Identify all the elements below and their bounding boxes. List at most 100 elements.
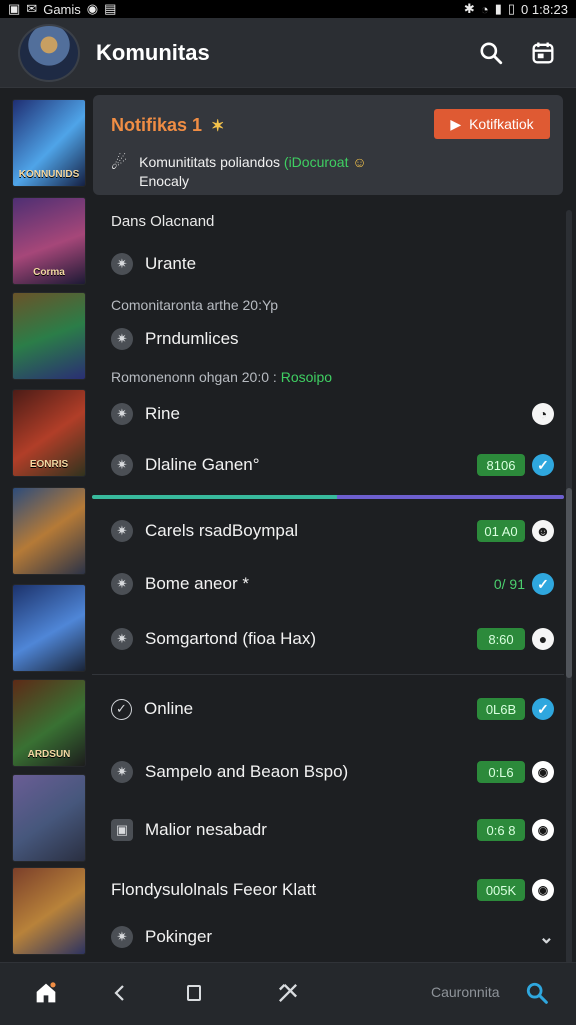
search-icon	[526, 982, 548, 1004]
page-title: Komunitas	[96, 39, 210, 65]
status-app-label: Gamis	[43, 1, 81, 17]
timestamp-2: Romonenonn ohgan 20:0 : Rosoipo	[111, 369, 332, 385]
thumb-6[interactable]: ARDSUN	[13, 680, 85, 766]
item-label: Prndumlices	[145, 329, 239, 348]
status-badge: 01 A0	[477, 520, 525, 542]
community-feed: KONNUNIDS Corma EONRIS ARDSUN Notifikas …	[0, 88, 576, 964]
record-icon[interactable]: ◉	[532, 761, 554, 783]
circle-icon[interactable]: ●	[532, 628, 554, 650]
notification-line1: Komunititats poliandos	[139, 154, 281, 170]
calendar-button[interactable]	[528, 38, 558, 68]
bottom-nav-label: Cauronnita	[431, 984, 500, 1000]
timestamp-2-prefix: Romonenonn ohgan 20:0 :	[111, 369, 277, 385]
item-right: 0L6B ✓	[477, 698, 554, 720]
list-item[interactable]: ✷ Dlaline Ganen° 8106 ✓	[111, 447, 554, 483]
thumb-3[interactable]: EONRIS	[13, 390, 85, 476]
thumb-0[interactable]: KONNUNIDS	[13, 100, 85, 186]
gear-icon: ✷	[111, 761, 133, 783]
notification-button-label: Kotifkatiok	[469, 116, 534, 132]
status-badge: 0:L6	[477, 761, 525, 783]
thumb-label: ARDSUN	[27, 749, 71, 760]
bottom-navigation: Cauronnita	[0, 962, 576, 1025]
square-icon: ▣	[111, 819, 133, 841]
check-icon[interactable]: ✓	[532, 698, 554, 720]
progress-bar	[92, 495, 564, 499]
thumb-2[interactable]	[13, 293, 85, 379]
item-right: 0:6 8 ◉	[477, 819, 554, 841]
gear-icon: ✷	[111, 403, 133, 425]
thumb-8[interactable]	[13, 868, 85, 954]
list-item[interactable]: ✷ Somgartond (fioa Hax) 8:60 ●	[111, 621, 554, 657]
list-item[interactable]: ✷ Carels rsadBoympal 01 A0 ☻	[111, 513, 554, 549]
notification-content: ☄ Komunititats poliandos (iDocuroat ☺ En…	[111, 153, 367, 191]
status-badge: 0:6 8	[477, 819, 525, 841]
item-right: 8:60 ●	[477, 628, 554, 650]
item-label: Dlaline Ganen°	[145, 455, 260, 474]
check-icon[interactable]: ✓	[532, 573, 554, 595]
status-badge: 0L6B	[477, 698, 525, 720]
gear-icon: ✷	[111, 573, 133, 595]
recent-button[interactable]	[176, 975, 212, 1011]
scrollbar-thumb[interactable]	[566, 488, 572, 678]
list-item[interactable]: ✷ Pokinger ⌄	[111, 919, 554, 955]
status-text: 0/ 91	[493, 576, 525, 592]
list-item[interactable]: ✓ Online 0L6B ✓	[111, 691, 554, 727]
mail-icon: ✉	[26, 1, 38, 16]
back-icon	[114, 985, 124, 1001]
notification-line1-green: (iDocuroat	[283, 154, 349, 170]
bluetooth-icon: ✱	[463, 1, 475, 16]
thumb-5[interactable]	[13, 585, 85, 671]
search-nav-button[interactable]	[519, 975, 555, 1011]
app-bar: Komunitas	[0, 18, 576, 88]
item-label: Sampelo and Beaon Bspo)	[145, 762, 349, 781]
item-label: Urante	[145, 254, 197, 273]
status-bar: ▣ ✉ Gamis ◉ ▤ ✱ ◔ ▮ ▯ 0 1:8:23	[0, 0, 576, 18]
progress-fill	[92, 495, 338, 499]
play-icon: ▶	[450, 115, 462, 132]
record-icon[interactable]: ◉	[532, 879, 554, 901]
tools-button[interactable]	[270, 975, 306, 1011]
wifi-icon: ◔	[480, 1, 489, 17]
progress-rest	[337, 495, 564, 499]
avatar[interactable]	[18, 23, 80, 82]
home-icon	[36, 982, 56, 1003]
item-right: 01 A0 ☻	[477, 520, 554, 542]
battery-icon: ▯	[507, 1, 515, 16]
notification-icon: ☄	[111, 153, 128, 173]
square-icon	[187, 985, 201, 1001]
item-right: 0/ 91 ✓	[494, 573, 554, 595]
thumb-4[interactable]	[13, 488, 85, 574]
item-right: ◔	[532, 403, 554, 425]
item-right: 005K ◉	[477, 879, 554, 901]
list-item[interactable]: ✷ Rine ◔	[111, 396, 554, 432]
item-right: 8106 ✓	[477, 454, 554, 476]
chevron-down-icon[interactable]: ⌄	[539, 927, 554, 948]
record-icon[interactable]: ◉	[532, 819, 554, 841]
smiley-icon[interactable]: ☻	[532, 520, 554, 542]
item-label: Malior nesabadr	[145, 820, 267, 839]
notification-button[interactable]: ▶ Kotifkatiok	[434, 109, 550, 139]
thumb-7[interactable]	[13, 775, 85, 861]
list-item[interactable]: ✷ Urante	[111, 246, 554, 282]
home-button[interactable]	[28, 975, 64, 1011]
notification-text: Komunititats poliandos (iDocuroat ☺ Enoc…	[139, 153, 367, 191]
notification-line2: Enocaly	[139, 173, 189, 189]
item-right: 0:L6 ◉	[477, 761, 554, 783]
notification-card[interactable]: Notifikas 1 ✶ ▶ Kotifkatiok ☄ Komunitita…	[93, 95, 563, 195]
list-item[interactable]: ✷ Sampelo and Beaon Bspo) 0:L6 ◉	[111, 754, 554, 790]
thumb-1[interactable]: Corma	[13, 198, 85, 284]
gear-icon: ✷	[111, 520, 133, 542]
check-icon[interactable]: ✓	[532, 454, 554, 476]
thumb-label: Corma	[33, 267, 65, 278]
list-item[interactable]: ✷ Bome aneor * 0/ 91 ✓	[111, 566, 554, 602]
appbar-actions	[476, 38, 558, 68]
list-item[interactable]: Flondysulolnals Feeor Klatt 005K ◉	[111, 872, 554, 908]
gear-icon: ✷	[111, 454, 133, 476]
search-button[interactable]	[476, 38, 506, 68]
list-item[interactable]: ▣ Malior nesabadr 0:6 8 ◉	[111, 812, 554, 848]
back-button[interactable]	[102, 975, 138, 1011]
item-right: ⌄	[539, 927, 554, 948]
message-icon[interactable]: ◔	[532, 403, 554, 425]
list-item[interactable]: ✷ Prndumlices	[111, 321, 554, 357]
search-icon	[480, 41, 503, 64]
